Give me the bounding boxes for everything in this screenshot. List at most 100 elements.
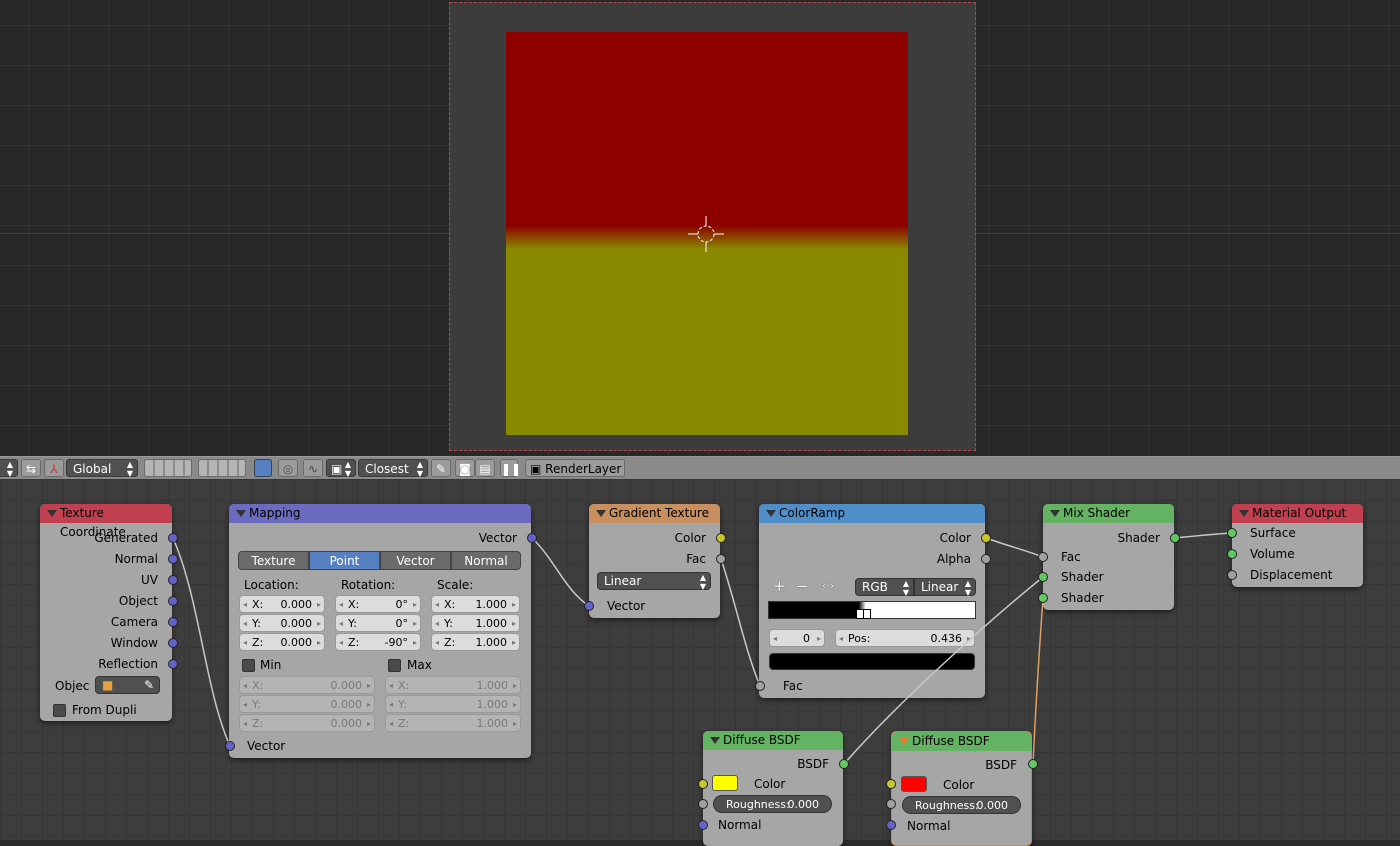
stop-color-swatch[interactable] xyxy=(769,653,975,670)
socket-diffuse1-normal[interactable] xyxy=(698,820,708,830)
tab-texture[interactable]: Texture xyxy=(238,551,309,570)
socket-ramp-fac[interactable] xyxy=(755,681,765,691)
roughness-slider[interactable]: Roughness: 0.000 xyxy=(902,796,1021,814)
location-y-field[interactable]: ◂ Y: 0.000 ▸ xyxy=(239,614,325,632)
socket-object[interactable] xyxy=(168,596,178,606)
collapse-triangle-icon[interactable] xyxy=(899,738,909,745)
image-editor-viewport[interactable] xyxy=(0,0,1400,456)
manipulator-icon[interactable]: ⅄ xyxy=(44,459,64,477)
color-swatch[interactable] xyxy=(712,775,738,791)
max-checkbox[interactable] xyxy=(388,659,401,672)
transform-orientation-select[interactable]: Global ▲ ▼ xyxy=(66,459,138,478)
socket-window[interactable] xyxy=(168,638,178,648)
socket-mapping-in[interactable] xyxy=(225,741,235,751)
color-mode-select[interactable]: RGB ▲ ▼ xyxy=(855,578,914,597)
socket-mix-shader-1[interactable] xyxy=(1038,572,1048,582)
socket-mix-fac[interactable] xyxy=(1038,552,1048,562)
socket-diffuse2-roughness[interactable] xyxy=(886,799,896,809)
node-mix-shader[interactable]: Mix Shader Shader Fac Shader Shader xyxy=(1043,504,1174,610)
socket-reflection[interactable] xyxy=(168,659,178,669)
location-z-field[interactable]: ◂ Z: 0.000 ▸ xyxy=(239,633,325,651)
collapse-triangle-icon[interactable] xyxy=(766,510,776,517)
socket-mapping-out[interactable] xyxy=(527,533,537,543)
node-header[interactable]: Texture Coordinate xyxy=(40,504,172,539)
scale-y-field[interactable]: ◂ Y: 1.000 ▸ xyxy=(431,614,520,632)
max-y-field[interactable]: ◂ Y: 1.000 ▸ xyxy=(385,695,521,713)
color-swatch[interactable] xyxy=(901,776,927,792)
node-header[interactable]: Diffuse BSDF xyxy=(703,731,843,750)
socket-gradient-vector[interactable] xyxy=(584,601,594,611)
socket-diffuse1-bsdf[interactable] xyxy=(839,759,849,769)
cube-icon[interactable]: ▣ ▲ ▼ xyxy=(326,459,356,478)
node-material-output[interactable]: Material Output Surface Volume Displacem… xyxy=(1232,504,1363,587)
node-texture-coordinate[interactable]: Texture Coordinate Generated Normal UV O… xyxy=(40,504,172,721)
rotation-x-field[interactable]: ◂ X: 0° ▸ xyxy=(335,595,421,613)
node-mapping[interactable]: Mapping Vector Texture Point Vector Norm… xyxy=(229,504,531,758)
socket-mix-out[interactable] xyxy=(1170,533,1180,543)
stop-position-field[interactable]: ◂ Pos: 0.436 ▸ xyxy=(835,629,975,647)
layers-b-icon[interactable] xyxy=(198,459,246,477)
socket-camera[interactable] xyxy=(168,617,178,627)
socket-diffuse2-normal[interactable] xyxy=(886,820,896,830)
min-z-field[interactable]: ◂ Z: 0.000 ▸ xyxy=(239,714,375,732)
location-x-field[interactable]: ◂ X: 0.000 ▸ xyxy=(239,595,325,613)
object-field[interactable]: ■ ✎ xyxy=(95,676,160,694)
node-colorramp[interactable]: ColorRamp Color Alpha + − ‹·› RGB ▲ ▼ Line… xyxy=(759,504,985,698)
node-header[interactable]: Mapping xyxy=(229,504,531,523)
node-diffuse-bsdf-red[interactable]: Diffuse BSDF BSDF Color Roughness: 0.000 … xyxy=(891,731,1032,846)
scale-x-field[interactable]: ◂ X: 1.000 ▸ xyxy=(431,595,520,613)
node-diffuse-bsdf-yellow[interactable]: Diffuse BSDF BSDF Color Roughness: 0.000 … xyxy=(703,731,843,846)
ramp-interpolation-select[interactable]: Linear ▲ ▼ xyxy=(914,578,976,597)
tab-normal[interactable]: Normal xyxy=(451,551,521,570)
ramp-stop[interactable] xyxy=(862,609,871,619)
node-header[interactable]: Diffuse BSDF xyxy=(892,732,1031,751)
color-ramp-gradient[interactable] xyxy=(768,601,976,619)
tab-point[interactable]: Point xyxy=(309,551,380,570)
gradient-type-select[interactable]: Linear ▲ ▼ xyxy=(597,572,711,591)
from-dupli-checkbox[interactable] xyxy=(53,704,66,717)
socket-surface[interactable] xyxy=(1227,528,1237,538)
remove-stop-icon[interactable]: − xyxy=(796,577,809,595)
socket-ramp-color[interactable] xyxy=(981,533,991,543)
add-stop-icon[interactable]: + xyxy=(773,577,786,595)
min-y-field[interactable]: ◂ Y: 0.000 ▸ xyxy=(239,695,375,713)
collapse-triangle-icon[interactable] xyxy=(710,737,720,744)
falloff-icon[interactable]: ∿ xyxy=(303,459,323,477)
collapse-triangle-icon[interactable] xyxy=(1239,510,1249,517)
max-z-field[interactable]: ◂ Z: 1.000 ▸ xyxy=(385,714,521,732)
socket-normal[interactable] xyxy=(168,554,178,564)
display-mode-button[interactable]: ▲ ▼ xyxy=(0,459,18,478)
collapse-triangle-icon[interactable] xyxy=(236,510,246,517)
flip-ramp-icon[interactable]: ‹·› xyxy=(822,579,834,592)
proportional-icon[interactable]: ◎ xyxy=(278,459,298,477)
socket-mix-shader-2[interactable] xyxy=(1038,593,1048,603)
node-header[interactable]: Gradient Texture xyxy=(589,504,720,523)
socket-gradient-color[interactable] xyxy=(716,533,726,543)
active-stop-index-field[interactable]: ◂ 0 ▸ xyxy=(769,629,825,647)
tab-vector[interactable]: Vector xyxy=(380,551,451,570)
snap-icon[interactable] xyxy=(254,459,272,477)
interpolation-select[interactable]: Closest ▲ ▼ xyxy=(358,459,428,478)
eyedropper-icon[interactable]: ✎ xyxy=(144,677,154,694)
layers-a-icon[interactable] xyxy=(144,459,192,477)
socket-gradient-fac[interactable] xyxy=(716,554,726,564)
socket-ramp-alpha[interactable] xyxy=(981,554,991,564)
socket-diffuse1-color[interactable] xyxy=(698,779,708,789)
min-x-field[interactable]: ◂ X: 0.000 ▸ xyxy=(239,676,375,694)
node-header[interactable]: Material Output xyxy=(1232,504,1363,523)
collapse-triangle-icon[interactable] xyxy=(47,510,57,517)
socket-displacement[interactable] xyxy=(1227,570,1237,580)
socket-diffuse2-color[interactable] xyxy=(886,779,896,789)
roughness-slider[interactable]: Roughness: 0.000 xyxy=(713,795,832,813)
node-gradient-texture[interactable]: Gradient Texture Color Fac Linear ▲ ▼ Vect… xyxy=(589,504,720,618)
rotation-z-field[interactable]: ◂ Z: -90° ▸ xyxy=(335,633,421,651)
pause-icon[interactable]: ❚❚ xyxy=(500,459,521,477)
socket-volume[interactable] xyxy=(1227,549,1237,559)
socket-diffuse1-roughness[interactable] xyxy=(698,799,708,809)
node-header[interactable]: ColorRamp xyxy=(759,504,985,523)
view-arrows-icon[interactable]: ⇆ xyxy=(21,459,41,477)
scale-z-field[interactable]: ◂ Z: 1.000 ▸ xyxy=(431,633,520,651)
render-animation-icon[interactable]: ▤ xyxy=(475,459,495,477)
color-picker-icon[interactable]: ✎ xyxy=(431,459,451,477)
collapse-triangle-icon[interactable] xyxy=(596,510,606,517)
